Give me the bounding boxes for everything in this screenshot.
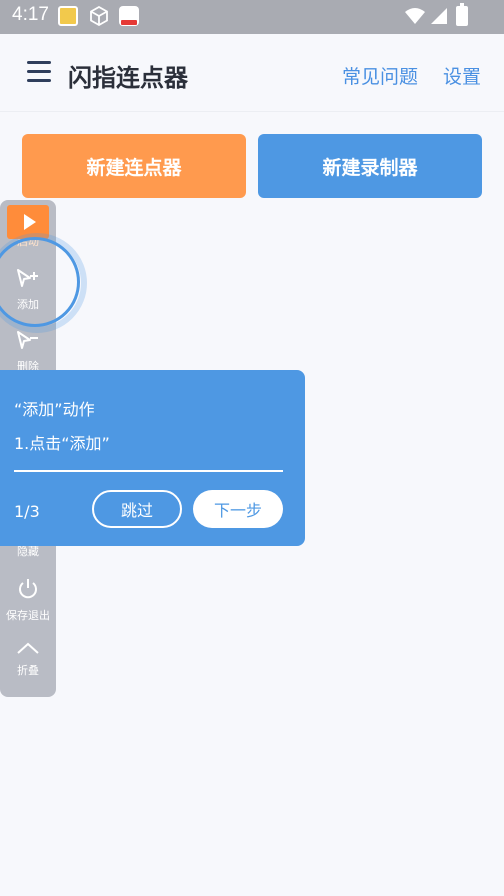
power-icon: [19, 579, 37, 599]
remove-cursor-icon: [17, 331, 38, 349]
notification-app-icon: [119, 6, 139, 26]
guide-divider: [14, 470, 283, 472]
wifi-icon: [404, 6, 426, 30]
cube-icon: [89, 5, 109, 27]
guide-step-text: 1.点击“添加”: [14, 434, 110, 453]
menu-icon[interactable]: [27, 61, 51, 83]
save-exit-label: 保存退出: [6, 609, 50, 622]
settings-link[interactable]: 设置: [443, 62, 481, 89]
battery-icon: [456, 3, 468, 26]
guide-tooltip: “添加”动作 1.点击“添加” 1/3 跳过 下一步: [0, 370, 305, 546]
faq-link[interactable]: 常见问题: [342, 62, 418, 89]
chevron-up-icon: [17, 642, 39, 654]
fold-label: 折叠: [17, 664, 39, 677]
new-recorder-button[interactable]: 新建录制器: [258, 134, 482, 198]
remove-button[interactable]: 删除: [0, 330, 56, 374]
guide-step-counter: 1/3: [14, 502, 40, 521]
signal-icon: [430, 6, 448, 30]
next-step-button[interactable]: 下一步: [193, 490, 283, 528]
status-time: 4:17: [12, 4, 49, 25]
new-clicker-button[interactable]: 新建连点器: [22, 134, 246, 198]
guide-title: “添加”动作: [14, 400, 95, 419]
skip-button[interactable]: 跳过: [92, 490, 182, 528]
app-bar: 闪指连点器 常见问题 设置: [0, 34, 504, 112]
status-bar: 4:17: [0, 0, 504, 34]
app-title: 闪指连点器: [68, 64, 188, 92]
save-exit-button[interactable]: 保存退出: [0, 577, 56, 623]
notification-app-icon: [58, 6, 78, 26]
fold-button[interactable]: 折叠: [0, 640, 56, 678]
